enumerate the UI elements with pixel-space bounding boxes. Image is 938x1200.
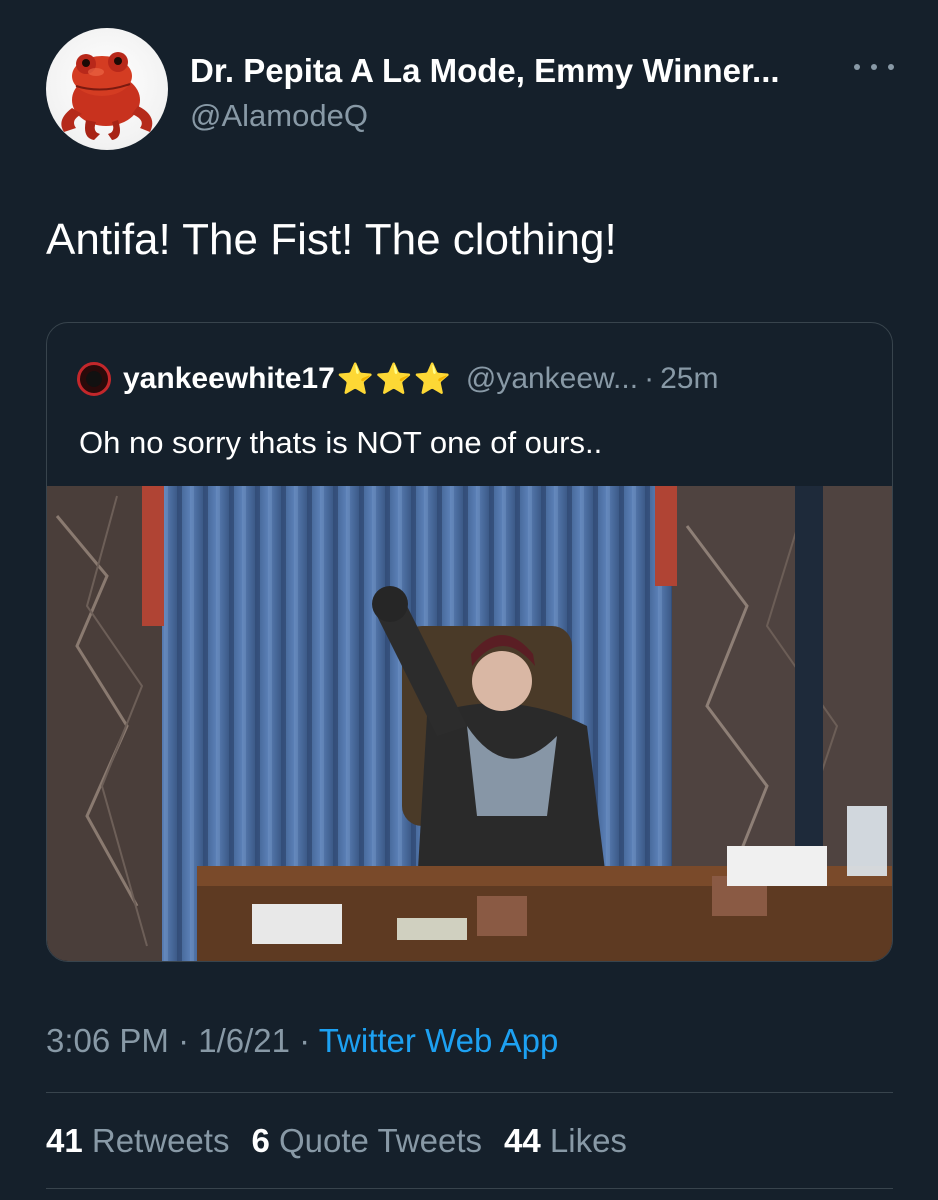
quoted-tweet-time: 25m xyxy=(660,362,719,395)
quoted-author-handle[interactable]: @yankeew... xyxy=(466,362,638,396)
engagement-stats: 41 Retweets 6 Quote Tweets 44 Likes xyxy=(46,1122,627,1160)
tweet-date[interactable]: 1/6/21 xyxy=(198,1022,290,1059)
likes-label: Likes xyxy=(549,1122,627,1159)
quoted-tweet-header: yankeewhite17 ⭐⭐⭐ @yankeew... · 25m xyxy=(77,359,718,399)
tweet-text: Antifa! The Fist! The clothing! xyxy=(46,215,617,264)
quoted-author-name[interactable]: yankeewhite17 xyxy=(123,362,335,396)
author-avatar[interactable] xyxy=(46,28,168,150)
tweet-meta: 3:06 PM · 1/6/21 · Twitter Web App xyxy=(46,1022,558,1060)
quote-tweets-count: 6 xyxy=(251,1122,270,1159)
retweets-label: Retweets xyxy=(91,1122,230,1159)
tweet-time[interactable]: 3:06 PM xyxy=(46,1022,169,1059)
quote-tweets-stat[interactable]: 6 Quote Tweets xyxy=(251,1122,482,1160)
separator-dot: · xyxy=(644,362,655,395)
photo-image xyxy=(47,486,892,961)
meta-separator: · xyxy=(289,1022,319,1059)
likes-count: 44 xyxy=(504,1122,541,1159)
divider xyxy=(46,1188,893,1189)
quote-tweets-label: Quote Tweets xyxy=(278,1122,482,1159)
star-emoji-icons: ⭐⭐⭐ xyxy=(336,362,452,396)
quoted-author-avatar[interactable] xyxy=(77,362,111,396)
dot xyxy=(888,64,894,70)
retweets-count: 41 xyxy=(46,1122,83,1159)
more-options-icon[interactable] xyxy=(854,52,894,82)
quoted-tweet-text: Oh no sorry thats is NOT one of ours.. xyxy=(79,425,603,460)
author-handle[interactable]: @AlamodeQ xyxy=(190,98,368,134)
meta-separator: · xyxy=(168,1022,199,1059)
author-display-name[interactable]: Dr. Pepita A La Mode, Emmy Winner... xyxy=(190,52,780,90)
tweet-source-link[interactable]: Twitter Web App xyxy=(319,1022,559,1059)
dot xyxy=(854,64,860,70)
red-frog-icon xyxy=(61,52,153,140)
retweets-stat[interactable]: 41 Retweets xyxy=(46,1122,229,1160)
quoted-tweet-card[interactable]: yankeewhite17 ⭐⭐⭐ @yankeew... · 25m Oh n… xyxy=(46,322,893,962)
quoted-tweet-photo[interactable] xyxy=(47,486,892,961)
dot xyxy=(871,64,877,70)
divider xyxy=(46,1092,893,1093)
likes-stat[interactable]: 44 Likes xyxy=(504,1122,627,1160)
